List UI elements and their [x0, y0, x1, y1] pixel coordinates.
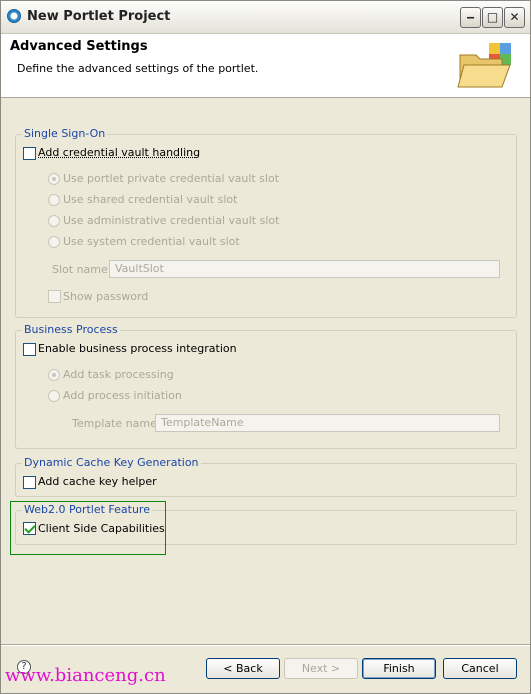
sso-option-admin-label: Use administrative credential vault slot — [63, 214, 280, 227]
task-processing-label: Add task processing — [63, 368, 174, 381]
template-name-input[interactable]: TemplateName — [155, 414, 500, 432]
sso-option-admin-radio[interactable] — [48, 215, 60, 227]
window-title: New Portlet Project — [27, 9, 171, 24]
cache-key-checkbox[interactable] — [23, 476, 36, 489]
cache-key-legend: Dynamic Cache Key Generation — [22, 456, 201, 469]
footer-divider — [1, 644, 530, 646]
template-name-label: Template name: — [72, 417, 161, 430]
sso-option-system-label: Use system credential vault slot — [63, 235, 240, 248]
watermark-text: www.bianceng.cn — [5, 665, 166, 686]
sso-option-private-label: Use portlet private credential vault slo… — [63, 172, 280, 185]
credential-vault-checkbox[interactable] — [23, 147, 36, 160]
business-process-checkbox[interactable] — [23, 343, 36, 356]
business-process-label[interactable]: Enable business process integration — [38, 342, 237, 355]
task-processing-radio[interactable] — [48, 369, 60, 381]
business-process-legend: Business Process — [22, 323, 120, 336]
next-button[interactable]: Next > — [284, 658, 358, 679]
cache-key-label[interactable]: Add cache key helper — [38, 475, 157, 488]
slot-name-label: Slot name: — [52, 263, 112, 276]
client-side-capabilities-checkbox[interactable] — [23, 522, 36, 535]
wizard-header: Advanced Settings Define the advanced se… — [1, 34, 530, 98]
credential-vault-label[interactable]: Add credential vault handling — [38, 146, 200, 159]
page-description: Define the advanced settings of the port… — [17, 62, 259, 75]
slot-name-input[interactable]: VaultSlot — [109, 260, 500, 278]
process-initiation-radio[interactable] — [48, 390, 60, 402]
minimize-button[interactable]: ‒ — [460, 7, 481, 28]
close-button[interactable]: ✕ — [504, 7, 525, 28]
sso-option-system-radio[interactable] — [48, 236, 60, 248]
wizard-window: New Portlet Project ‒ □ ✕ Advanced Setti… — [0, 0, 531, 694]
sso-option-shared-radio[interactable] — [48, 194, 60, 206]
app-icon — [7, 9, 21, 23]
finish-button[interactable]: Finish — [362, 658, 436, 679]
title-bar[interactable]: New Portlet Project ‒ □ ✕ — [1, 1, 530, 34]
show-password-checkbox[interactable] — [48, 290, 61, 303]
cancel-button[interactable]: Cancel — [443, 658, 517, 679]
maximize-button[interactable]: □ — [482, 7, 503, 28]
process-initiation-label: Add process initiation — [63, 389, 182, 402]
sso-option-shared-label: Use shared credential vault slot — [63, 193, 238, 206]
page-title: Advanced Settings — [10, 39, 148, 54]
client-side-capabilities-label[interactable]: Client Side Capabilities — [38, 522, 165, 535]
back-button[interactable]: < Back — [206, 658, 280, 679]
show-password-label: Show password — [63, 290, 149, 303]
sso-legend: Single Sign-On — [22, 127, 108, 140]
folder-wizard-icon — [457, 43, 511, 88]
sso-option-private-radio[interactable] — [48, 173, 60, 185]
